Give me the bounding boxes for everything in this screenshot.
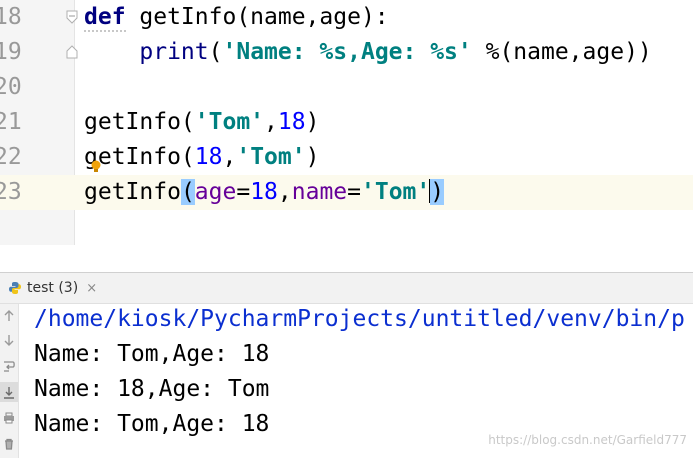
keyword-argument: name [291,179,348,205]
run-tab-test[interactable]: test (3) × [8,277,97,299]
trash-icon[interactable] [0,434,18,454]
fold-end-icon[interactable] [66,45,78,59]
matched-paren-close: ) [430,179,445,205]
fold-collapse-icon[interactable] [66,10,78,24]
line-number: 22 [0,144,22,170]
code-text[interactable]: def getInfo(name,age): [84,0,389,35]
comma: , [264,109,278,135]
line-number: 21 [0,109,22,135]
line-number: 18 [0,4,22,30]
format-args: %(name,age)) [471,39,652,65]
code-text[interactable]: print('Name: %s,Age: %s' %(name,age)) [84,35,652,70]
line-number: 20 [0,74,22,100]
run-tab-count: (3) [58,280,79,296]
close-tab-icon[interactable]: × [86,281,97,296]
up-arrow-icon[interactable] [0,306,18,326]
string-literal: 'Tom' [236,144,306,170]
code-editor[interactable]: 18 def getInfo(name,age): 19 print('Name… [0,0,693,245]
soft-wrap-icon[interactable] [0,356,18,376]
scroll-to-end-icon[interactable] [0,382,18,402]
console-output-line: Name: Tom,Age: 18 [34,341,270,367]
comma: , [222,144,237,170]
code-text[interactable]: getInfo(18,'Tom') [84,140,319,175]
equals: = [347,179,362,205]
code-line-19[interactable]: 19 print('Name: %s,Age: %s' %(name,age)) [0,35,693,70]
line-number: 19 [0,39,22,65]
paren: ( [208,39,223,65]
run-tab-label: test [27,280,54,296]
lightbulb-icon[interactable] [89,159,103,173]
string-literal: 'Tom' [194,109,265,135]
keyword-argument: age [194,179,237,205]
code-line-21[interactable]: 21 getInfo('Tom',18) [0,105,693,140]
number-literal: 18 [250,179,278,205]
console-output-line: Name: Tom,Age: 18 [34,411,270,437]
string-literal: 'Tom' [361,179,431,205]
code-line-22[interactable]: 22 getInfo(18,'Tom') [0,140,693,175]
function-call: getInfo [84,179,181,205]
code-line-23-current[interactable]: 23 getInfo(age=18,name='Tom') [0,175,693,210]
down-arrow-icon[interactable] [0,330,18,350]
keyword-def: def [84,4,126,32]
print-icon[interactable] [0,408,18,428]
run-panel-header: test (3) × [0,273,693,304]
watermark: https://blog.csdn.net/Garfield777 [488,433,687,447]
code-text[interactable]: getInfo(age=18,name='Tom') [84,175,445,210]
console-output-line: Name: 18,Age: Tom [34,376,270,402]
comma: , [277,179,292,205]
paren: ) [305,109,320,135]
python-file-icon [9,282,21,294]
editor-bottom-space [0,245,693,273]
line-number: 23 [0,179,22,205]
code-line-18[interactable]: 18 def getInfo(name,age): [0,0,693,35]
function-signature: getInfo(name,age): [125,4,389,30]
code-line-20[interactable]: 20 [0,70,693,105]
equals: = [236,179,251,205]
string-literal: 'Name: %s,Age: %s' [222,39,472,65]
number-literal: 18 [277,109,306,135]
builtin-print: print [139,39,209,65]
code-text[interactable]: getInfo('Tom',18) [84,105,319,140]
matched-paren-open: ( [180,179,195,205]
paren: ) [305,144,320,170]
run-toolbar [0,304,19,458]
number-literal: 18 [194,144,223,170]
console-command-line: /home/kiosk/PycharmProjects/untitled/ven… [34,306,685,332]
function-call: getInfo( [84,109,195,135]
